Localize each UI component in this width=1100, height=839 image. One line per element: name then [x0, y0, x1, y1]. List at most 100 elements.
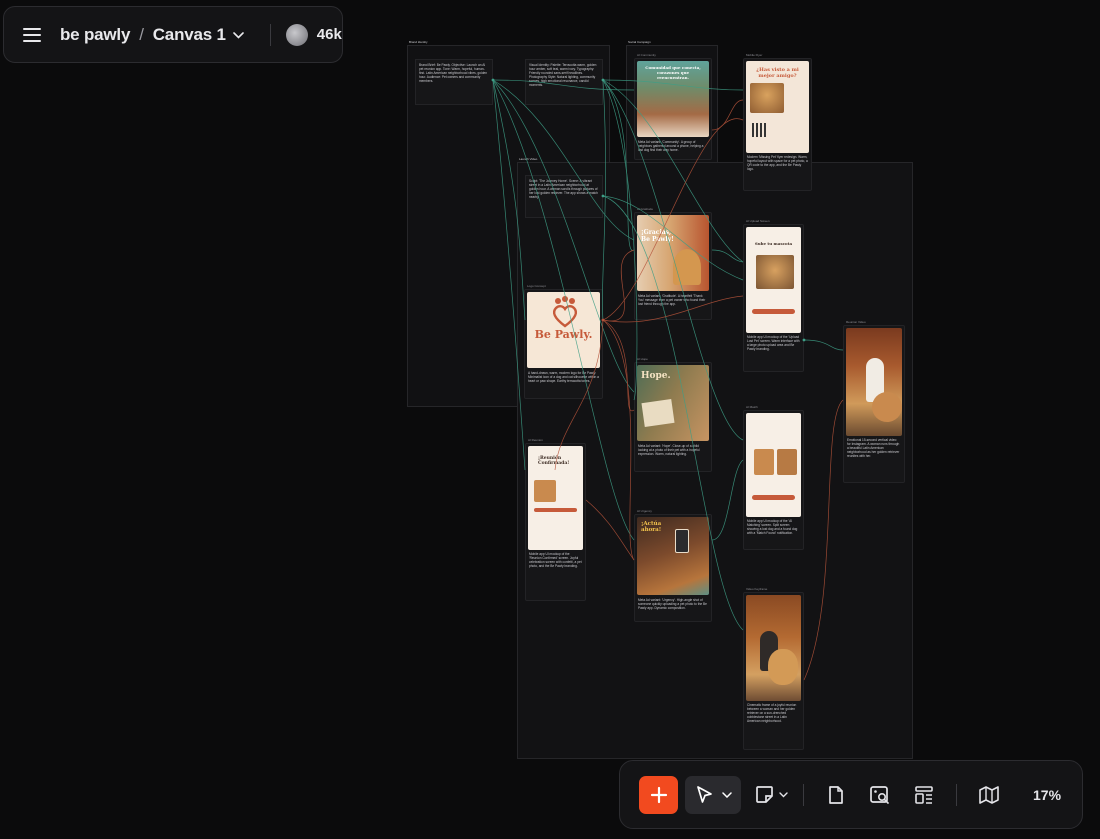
image-card-urgency[interactable]: AI Urgency ¡Actúa ahora! Meta Ad variant…	[634, 509, 712, 622]
brand-identity-label: Brand Identity	[409, 40, 428, 44]
reunion-screen-mockup: ¡Reunión Confirmada!	[528, 446, 583, 550]
card-caption: Mobile app UI mockup of the 'Reunion Con…	[529, 552, 582, 568]
image-card-keyframe[interactable]: Video Keyframe Cinematic frame of a joyf…	[743, 587, 804, 750]
card-caption: Cinematic frame of a joyful reunion betw…	[747, 703, 797, 723]
select-tool-button[interactable]	[685, 775, 741, 814]
community-ad-image: Comunidad que conecta, corazones que ree…	[637, 61, 709, 137]
paw-heart-icon	[552, 296, 578, 328]
urgency-ad-image: ¡Actúa ahora!	[637, 517, 709, 595]
document-tool-button[interactable]	[817, 776, 855, 814]
phone-in-hand	[675, 529, 689, 553]
card-title: Reunion Video	[846, 320, 866, 324]
gratitude-ad-image: ¡Gracias, Be Pawly!	[637, 215, 709, 291]
image-card-hope[interactable]: AI Hope Hope. Meta Ad variant: 'Hope'. C…	[634, 357, 712, 472]
add-button[interactable]	[639, 775, 678, 814]
card-caption: Meta Ad variant: 'Urgency'. High-angle s…	[638, 598, 707, 610]
screen-title: Sube tu mascota	[754, 241, 793, 246]
creative-brief-text: Brand Brief: Be Pawly. Objective: Launch…	[419, 63, 488, 83]
layout-tool-button[interactable]	[905, 776, 943, 814]
style-guide-text: Visual Identity: Palette: Terracotta war…	[529, 63, 597, 87]
image-card-gratitude[interactable]: AI Gratitude ¡Gracias, Be Pawly! Meta Ad…	[634, 207, 712, 320]
sticky-note-tool-button[interactable]	[749, 776, 793, 814]
bottom-toolbar: 17%	[619, 760, 1083, 829]
card-caption: Meta Ad variant: 'Community'. A group of…	[638, 140, 704, 152]
avatar[interactable]	[285, 23, 308, 46]
canvas[interactable]: Brand Identity Social Campaign Launch Vi…	[0, 0, 1100, 839]
launch-video-label: Launch Video	[519, 157, 538, 161]
credits-count[interactable]: 46k	[317, 26, 342, 43]
image-card-reunion-screen[interactable]: AI Reunion ¡Reunión Confirmada! Mobile a…	[525, 438, 586, 601]
card-title: AI Community	[637, 53, 656, 57]
logo-image: Be Pawly.	[527, 292, 600, 368]
breadcrumb-separator: /	[139, 24, 144, 44]
card-title: AI Upload Screen	[746, 219, 770, 223]
card-title: Logo Concept	[527, 284, 546, 288]
screen-title: ¡Reunión Confirmada!	[538, 456, 570, 466]
toolbar-divider	[803, 783, 804, 806]
add-icon	[650, 786, 667, 803]
video-script-node[interactable]: Script: 'The Journey Home'. Scene: A vib…	[525, 175, 603, 218]
confirm-cta-bar	[534, 508, 577, 512]
style-guide-node[interactable]: Visual Identity: Palette: Terracotta war…	[525, 59, 603, 105]
image-card-community[interactable]: AI Community Comunidad que conecta, cora…	[634, 53, 712, 160]
reunion-pet-photo	[534, 480, 556, 502]
golden-retriever-figure	[872, 392, 902, 422]
flyer-image: ¿Has visto a mi mejor amigo?	[746, 61, 809, 153]
image-search-icon	[870, 785, 889, 804]
image-search-tool-button[interactable]	[861, 776, 899, 814]
toolbar-divider	[956, 783, 957, 806]
card-title: AI Urgency	[637, 509, 652, 513]
flyer-headline: ¿Has visto a mi mejor amigo?	[756, 67, 799, 79]
canvas-name[interactable]: Canvas 1	[153, 25, 226, 45]
reunion-video-thumbnail	[846, 328, 902, 436]
match-cta-bar	[752, 495, 795, 500]
ad-headline: Comunidad que conecta, corazones que ree…	[645, 65, 701, 80]
image-card-flyer[interactable]: Mobile Flyer ¿Has visto a mi mejor amigo…	[743, 53, 812, 191]
layout-icon	[915, 785, 933, 804]
hamburger-menu-icon[interactable]	[4, 7, 60, 63]
card-title: AI Hope	[637, 357, 648, 361]
project-header: be pawly / Canvas 1 46k	[3, 6, 343, 63]
image-card-logo[interactable]: Logo Concept Be Pawly. A hand-drawn, war…	[524, 284, 603, 399]
chevron-down-icon[interactable]	[232, 31, 244, 39]
sticky-note-icon	[755, 786, 773, 803]
card-title: AI Gratitude	[637, 207, 654, 211]
ad-headline: ¡Actúa ahora!	[641, 521, 662, 533]
keyframe-image	[746, 595, 801, 701]
chevron-down-icon	[778, 791, 788, 797]
dog-figure	[673, 249, 701, 285]
logo-wordmark: Be Pawly.	[534, 328, 593, 341]
project-name[interactable]: be pawly	[60, 25, 130, 45]
golden-retriever-figure	[768, 649, 798, 685]
qr-code	[752, 123, 766, 137]
social-campaign-label: Social Campaign	[628, 40, 651, 44]
creative-brief-node[interactable]: Brand Brief: Be Pawly. Objective: Launch…	[415, 59, 493, 105]
image-card-upload-screen[interactable]: AI Upload Screen Sube tu mascota Mobile …	[743, 219, 804, 372]
map-tool-button[interactable]	[970, 776, 1008, 814]
video-card-reunion[interactable]: Reunion Video Emotional 15-second vertic…	[843, 320, 905, 483]
dog-photo	[750, 83, 784, 113]
card-caption: A hand-drawn, warm, modern logo for Be P…	[528, 371, 599, 383]
pet-photo-frame	[641, 399, 675, 427]
found-dog-photo	[777, 449, 797, 475]
card-caption: Mobile app UI mockup of the 'AI Matching…	[747, 519, 798, 535]
breadcrumb: be pawly / Canvas 1	[60, 25, 244, 45]
card-caption: Mobile app UI mockup of the 'Upload Lost…	[747, 335, 800, 351]
zoom-level[interactable]: 17%	[1033, 787, 1061, 803]
match-screen-mockup	[746, 413, 801, 517]
image-card-match-screen[interactable]: AI Match Mobile app UI mockup of the 'AI…	[743, 405, 804, 550]
hope-ad-image: Hope.	[637, 365, 709, 441]
card-title: Video Keyframe	[746, 587, 768, 591]
submit-bar	[752, 309, 795, 314]
card-caption: Meta Ad variant: 'Hope'. Close-up of a c…	[638, 444, 700, 456]
ad-headline: ¡Gracias, Be Pawly!	[641, 229, 674, 243]
header-divider	[269, 23, 271, 46]
map-icon	[979, 785, 999, 804]
upload-photo-area	[756, 255, 794, 289]
document-icon	[829, 785, 843, 804]
card-title: Mobile Flyer	[746, 53, 763, 57]
card-caption: Emotional 15-second vertical video for I…	[847, 438, 900, 458]
card-caption: Meta Ad variant: 'Gratitude'. A heartfel…	[638, 294, 706, 306]
chevron-down-icon	[721, 791, 732, 798]
video-script-text: Script: 'The Journey Home'. Scene: A vib…	[529, 179, 598, 199]
